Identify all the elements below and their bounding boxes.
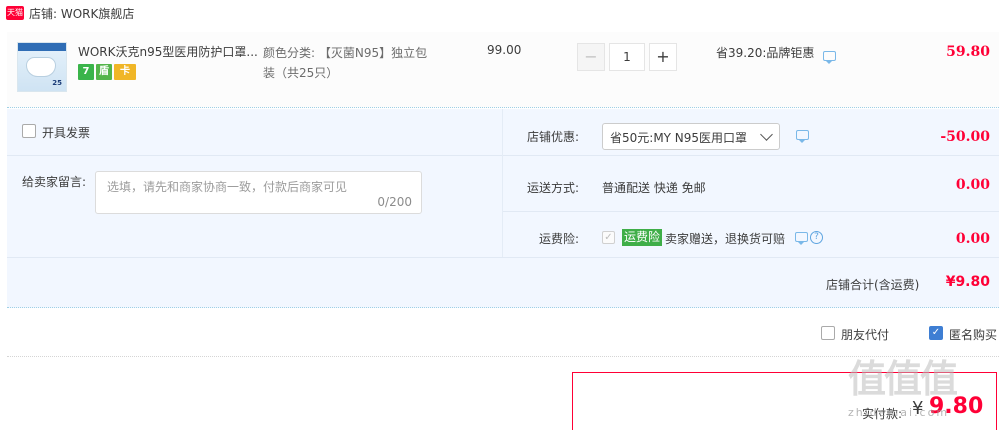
quantity-input[interactable]: 1 [609, 43, 645, 71]
shipping-label: 运送方式: [527, 181, 580, 195]
sku-line-1: 颜色分类: 【灭菌N95】独立包 [263, 46, 428, 60]
insurance-description: 卖家赠送，退换货可赔 [665, 232, 786, 246]
quantity-stepper: − 1 + [577, 43, 677, 71]
help-icon[interactable]: ? [810, 231, 823, 244]
anonymous-label[interactable]: 匿名购买 [949, 326, 997, 343]
item-subtotal: 59.80 [946, 44, 990, 60]
store-discount-value: 省50元:MY N95医用口罩 [610, 131, 748, 145]
shipping-method: 普通配送 快递 免邮 [602, 181, 706, 195]
qty-decrease-button[interactable]: − [577, 43, 605, 71]
insurance-amount: 0.00 [955, 231, 990, 247]
watermark-url: zhidemai.com [848, 406, 950, 419]
store-discount-amount: -50.00 [940, 129, 990, 145]
sku-line-2: 装（共25只） [263, 66, 339, 80]
product-thumbnail[interactable]: 25 [17, 42, 67, 92]
chevron-down-icon [760, 128, 773, 141]
divider [7, 155, 502, 156]
seller-message-input[interactable]: 选填，请先和商家协商一致，付款后商家可见 0/200 [95, 171, 422, 214]
sku-info: 颜色分类: 【灭菌N95】独立包 装（共25只） [263, 43, 443, 83]
store-total-amount: ¥9.80 [945, 274, 990, 290]
seven-day-return-icon[interactable]: 7 [78, 64, 94, 80]
insurance-checkbox: ✓ [602, 231, 615, 244]
thumbnail-band [18, 43, 66, 51]
credit-card-icon[interactable]: 卡 [114, 64, 136, 80]
thumbnail-count: 25 [52, 79, 62, 87]
invoice-label[interactable]: 开具发票 [42, 124, 90, 141]
tmall-logo-icon: 天猫 [6, 6, 24, 20]
promo-text: 省39.20:品牌钜惠 [716, 46, 815, 60]
divider [503, 211, 999, 212]
insurance-chat-icon[interactable] [795, 232, 808, 245]
insurance-label: 运费险: [539, 232, 580, 246]
store-total-label: 店铺合计(含运费) [826, 278, 920, 292]
qty-increase-button[interactable]: + [649, 43, 677, 71]
friend-pay-label[interactable]: 朋友代付 [841, 326, 889, 343]
product-title-link[interactable]: WORK沃克n95型医用防护口罩... [78, 43, 258, 60]
service-badges: 7 盾 卡 [78, 64, 136, 80]
store-discount-select[interactable]: 省50元:MY N95医用口罩 [602, 123, 780, 150]
friend-pay-checkbox[interactable] [821, 326, 835, 340]
insurance-tag: 运费险 [622, 229, 663, 246]
anonymous-checkbox[interactable]: ✓ [929, 326, 943, 340]
mask-image-icon [26, 57, 56, 77]
store-discount-label: 店铺优惠: [527, 130, 580, 144]
unit-price: 99.00 [487, 43, 522, 57]
divider [503, 155, 999, 156]
message-label: 给卖家留言: [22, 175, 87, 189]
store-name[interactable]: 店铺: WORK旗舰店 [29, 5, 134, 23]
message-placeholder: 选填，请先和商家协商一致，付款后商家可见 [107, 180, 348, 194]
watermark-logo: 值值值 [848, 356, 958, 401]
promo-info-icon[interactable] [823, 51, 836, 64]
message-char-count: 0/200 [377, 195, 412, 209]
shipping-amount: 0.00 [955, 177, 990, 193]
shield-guarantee-icon[interactable]: 盾 [96, 64, 112, 80]
invoice-checkbox[interactable] [22, 124, 36, 138]
discount-info-icon[interactable] [796, 130, 809, 143]
